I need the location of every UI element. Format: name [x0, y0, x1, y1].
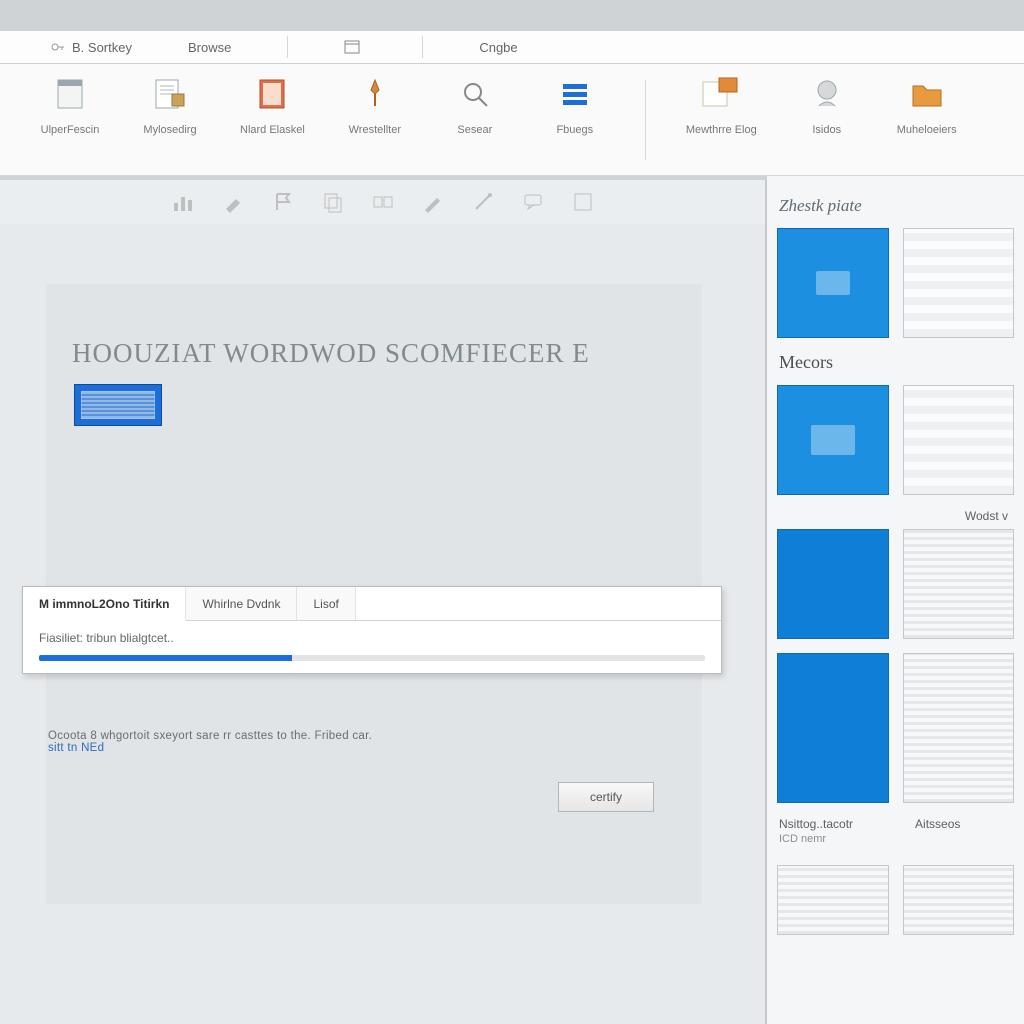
ribbon-group-mewthrreelog[interactable]: Mewthrre Elog	[686, 74, 757, 136]
tab-label: Lisof	[313, 597, 338, 611]
ribbon-group-isidos[interactable]: Isidos	[797, 74, 857, 136]
ribbon-label: Mewthrre Elog	[686, 124, 757, 136]
document-canvas: HOOUZIAT WORDWOD SCOMFIECER E M immnoL2O…	[0, 224, 767, 1024]
footer-emph: sitt tn NEd	[48, 742, 104, 754]
dialog-tab-1[interactable]: M immnoL2Ono Titirkn	[23, 587, 186, 621]
ribbon-label: Isidos	[812, 124, 841, 136]
tab-label: M immnoL2Ono Titirkn	[39, 597, 169, 611]
folder2-icon	[907, 74, 947, 114]
ribbon-label: Sesear	[457, 124, 492, 136]
ribbon-label: Mylosedirg	[143, 124, 196, 136]
panel-section-title-1: Zhestk piate	[779, 196, 1012, 216]
menu-item-window[interactable]	[344, 39, 366, 55]
thumbnail-5[interactable]	[777, 529, 889, 639]
brush-icon[interactable]	[222, 191, 244, 213]
ribbon-group-muheloeiers[interactable]: Muheloeiers	[897, 74, 957, 136]
pin-icon	[355, 74, 395, 114]
dialog-tabstrip: M immnoL2Ono Titirkn Whirlne Dvdnk Lisof	[23, 587, 721, 621]
menu-item-browse[interactable]: Browse	[188, 40, 231, 55]
ribbon-label: UlperFescin	[41, 124, 100, 136]
thumbnail-10[interactable]	[903, 865, 1015, 935]
ribbon-group-mylosedirg[interactable]: Mylosedirg	[140, 74, 200, 136]
dialog-body: Fiasiliet: tribun blialgtcet..	[23, 621, 721, 649]
button-label: certify	[590, 790, 622, 804]
ribbon-label: Fbuegs	[556, 124, 593, 136]
options-dialog: M immnoL2Ono Titirkn Whirlne Dvdnk Lisof…	[22, 586, 722, 674]
ribbon-label: Wrestellter	[349, 124, 401, 136]
thumbnail-1[interactable]	[777, 228, 889, 338]
panel-caption-3: Wodst v	[779, 509, 1014, 523]
thumbnail-4[interactable]	[903, 385, 1015, 495]
certify-button[interactable]: certify	[558, 782, 654, 812]
thumbnail-3[interactable]	[777, 385, 889, 495]
flag-icon[interactable]	[272, 191, 294, 213]
notebook-icon	[252, 74, 292, 114]
ribbon-label: Nlard Elaskel	[240, 124, 305, 136]
document-page: HOOUZIAT WORDWOD SCOMFIECER E M immnoL2O…	[46, 284, 702, 904]
ribbon-group-sesear[interactable]: Sesear	[445, 74, 505, 136]
menu-divider	[287, 36, 288, 58]
head-icon	[807, 74, 847, 114]
menu-bar: B. Sortkey Browse Cngbe	[0, 30, 1024, 64]
page-lines-icon	[150, 74, 190, 114]
right-panel: Zhestk piate Mecors Wodst v Nsittog..tac…	[767, 176, 1024, 1024]
chat-icon[interactable]	[522, 191, 544, 213]
footer-note: Ocoota 8 whgortoit sxeyort sare rr castt…	[46, 730, 372, 754]
chart-icon[interactable]	[172, 191, 194, 213]
dialog-body-text: Fiasiliet: tribun blialgtcet..	[39, 631, 174, 645]
ribbon: UlperFescin Mylosedirg Nlard Elaskel Wre…	[0, 64, 1024, 176]
secondary-toolbar	[0, 180, 767, 224]
ribbon-label: Muheloeiers	[897, 124, 957, 136]
dialog-tab-2[interactable]: Whirlne Dvdnk	[186, 587, 297, 620]
menu-label: Cngbe	[479, 40, 517, 55]
copy-icon[interactable]	[322, 191, 344, 213]
page-icon	[50, 74, 90, 114]
thumbnail-2[interactable]	[903, 228, 1015, 338]
menu-item-sortkey[interactable]: B. Sortkey	[50, 39, 132, 55]
folder-icon	[701, 74, 741, 114]
dialog-footer	[23, 649, 721, 673]
thumbnail-7[interactable]	[777, 653, 889, 803]
thumbnail-6[interactable]	[903, 529, 1015, 639]
color-swatch[interactable]	[74, 384, 162, 426]
panel-caption-5: Aitsseos	[915, 817, 960, 845]
thumbnail-9[interactable]	[777, 865, 889, 935]
pencil-icon[interactable]	[422, 191, 444, 213]
expand-icon[interactable]	[572, 191, 594, 213]
list-icon	[555, 74, 595, 114]
panel-section-title-2: Mecors	[779, 352, 1012, 373]
menu-divider	[422, 36, 423, 58]
ribbon-group-ulperfescin[interactable]: UlperFescin	[40, 74, 100, 136]
tab-label: Whirlne Dvdnk	[202, 597, 280, 611]
key-icon	[50, 39, 66, 55]
ribbon-group-nlardelaskel[interactable]: Nlard Elaskel	[240, 74, 305, 136]
ribbon-separator	[645, 80, 646, 160]
footer-text: Ocoota 8 whgortoit sxeyort sare rr castt…	[48, 730, 372, 742]
dialog-tab-3[interactable]: Lisof	[297, 587, 355, 620]
document-title: HOOUZIAT WORDWOD SCOMFIECER E	[46, 284, 702, 369]
panel-caption-4: Nsittog..tacotr	[779, 817, 853, 831]
window-icon	[344, 39, 360, 55]
ribbon-group-wrestellter[interactable]: Wrestellter	[345, 74, 405, 136]
panel-caption-4-sub: ICD nemr	[779, 833, 853, 845]
menu-item-cngbe[interactable]: Cngbe	[479, 40, 517, 55]
menu-label: B. Sortkey	[72, 40, 132, 55]
progress-bar[interactable]	[39, 655, 705, 661]
ribbon-group-fbuegs[interactable]: Fbuegs	[545, 74, 605, 136]
wand-icon[interactable]	[472, 191, 494, 213]
search-icon	[455, 74, 495, 114]
menu-label: Browse	[188, 40, 231, 55]
thumbnail-8[interactable]	[903, 653, 1015, 803]
group-icon[interactable]	[372, 191, 394, 213]
